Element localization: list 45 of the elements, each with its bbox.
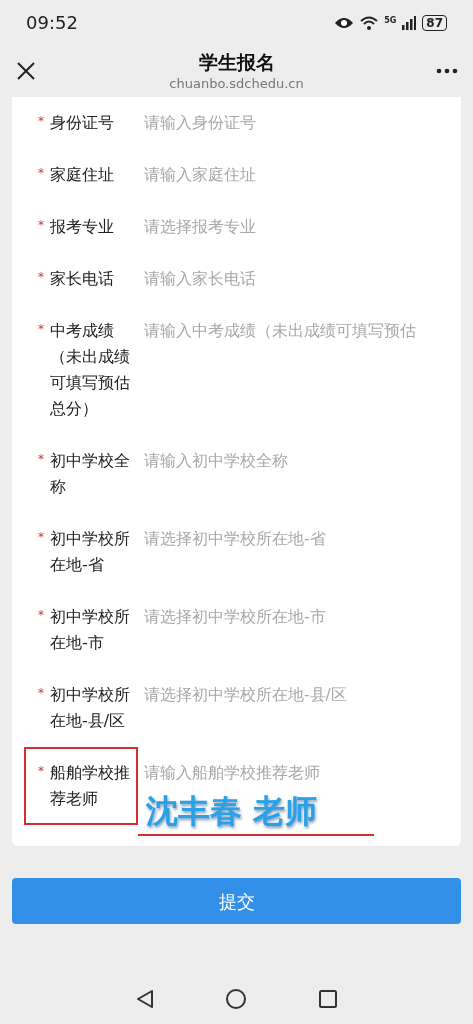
input-field[interactable]: 请选择报考专业 xyxy=(144,214,451,240)
label-text: 初中学校全称 xyxy=(50,450,131,498)
network-label: 5G xyxy=(384,16,397,25)
required-asterisk: * xyxy=(38,451,45,468)
input-field[interactable]: 请输入中考成绩（未出成绩可填写预估 xyxy=(144,318,451,344)
annotation-text: 沈丰春 老师 xyxy=(146,792,318,830)
required-asterisk: * xyxy=(38,113,45,130)
input-field[interactable]: 请输入初中学校全称 xyxy=(144,448,451,474)
label-text: 初中学校所在地-县/区 xyxy=(50,684,131,732)
input-field[interactable]: 请选择初中学校所在地-市 xyxy=(144,604,451,630)
eye-icon xyxy=(334,15,355,30)
label-text: 初中学校所在地-省 xyxy=(50,528,131,576)
required-asterisk: * xyxy=(38,321,45,338)
required-asterisk: * xyxy=(38,607,45,624)
required-asterisk: * xyxy=(38,165,45,182)
input-field[interactable]: 请输入船舶学校推荐老师 xyxy=(144,760,451,786)
more-icon xyxy=(436,68,458,74)
label-text: 初中学校所在地-市 xyxy=(50,606,131,654)
required-asterisk: * xyxy=(38,269,45,286)
page-title: 学生报名 xyxy=(198,50,275,75)
required-asterisk: * xyxy=(38,763,45,780)
label-text: 家长电话 xyxy=(50,268,115,290)
battery-indicator: 87 xyxy=(422,14,447,31)
input-field[interactable]: 请输入身份证号 xyxy=(144,110,451,136)
required-asterisk: * xyxy=(38,217,45,234)
input-field[interactable]: 请选择初中学校所在地-县/区 xyxy=(144,682,451,708)
input-field[interactable]: 请输入家长电话 xyxy=(144,266,451,292)
label-text: 报考专业 xyxy=(50,216,115,238)
label-text: 家庭住址 xyxy=(50,164,115,186)
back-icon[interactable] xyxy=(136,989,155,1009)
wifi-icon xyxy=(360,15,379,30)
signal-icon xyxy=(402,15,417,30)
close-icon xyxy=(17,62,35,80)
input-field[interactable]: 请选择初中学校所在地-省 xyxy=(144,526,451,552)
page-url: chuanbo.sdchedu.cn xyxy=(169,75,304,93)
home-icon[interactable] xyxy=(226,989,247,1009)
input-field[interactable]: 请输入家庭住址 xyxy=(144,162,451,188)
submit-button[interactable]: 提交 xyxy=(12,878,461,924)
label-text: 船舶学校推荐老师 xyxy=(50,762,131,810)
recents-icon[interactable] xyxy=(318,990,337,1008)
required-asterisk: * xyxy=(38,529,45,546)
required-asterisk: * xyxy=(38,685,45,702)
label-text: 中考成绩（未出成绩可填写预估总分） xyxy=(50,320,131,420)
status-time: 09:52 xyxy=(26,11,78,35)
label-text: 身份证号 xyxy=(50,112,115,134)
